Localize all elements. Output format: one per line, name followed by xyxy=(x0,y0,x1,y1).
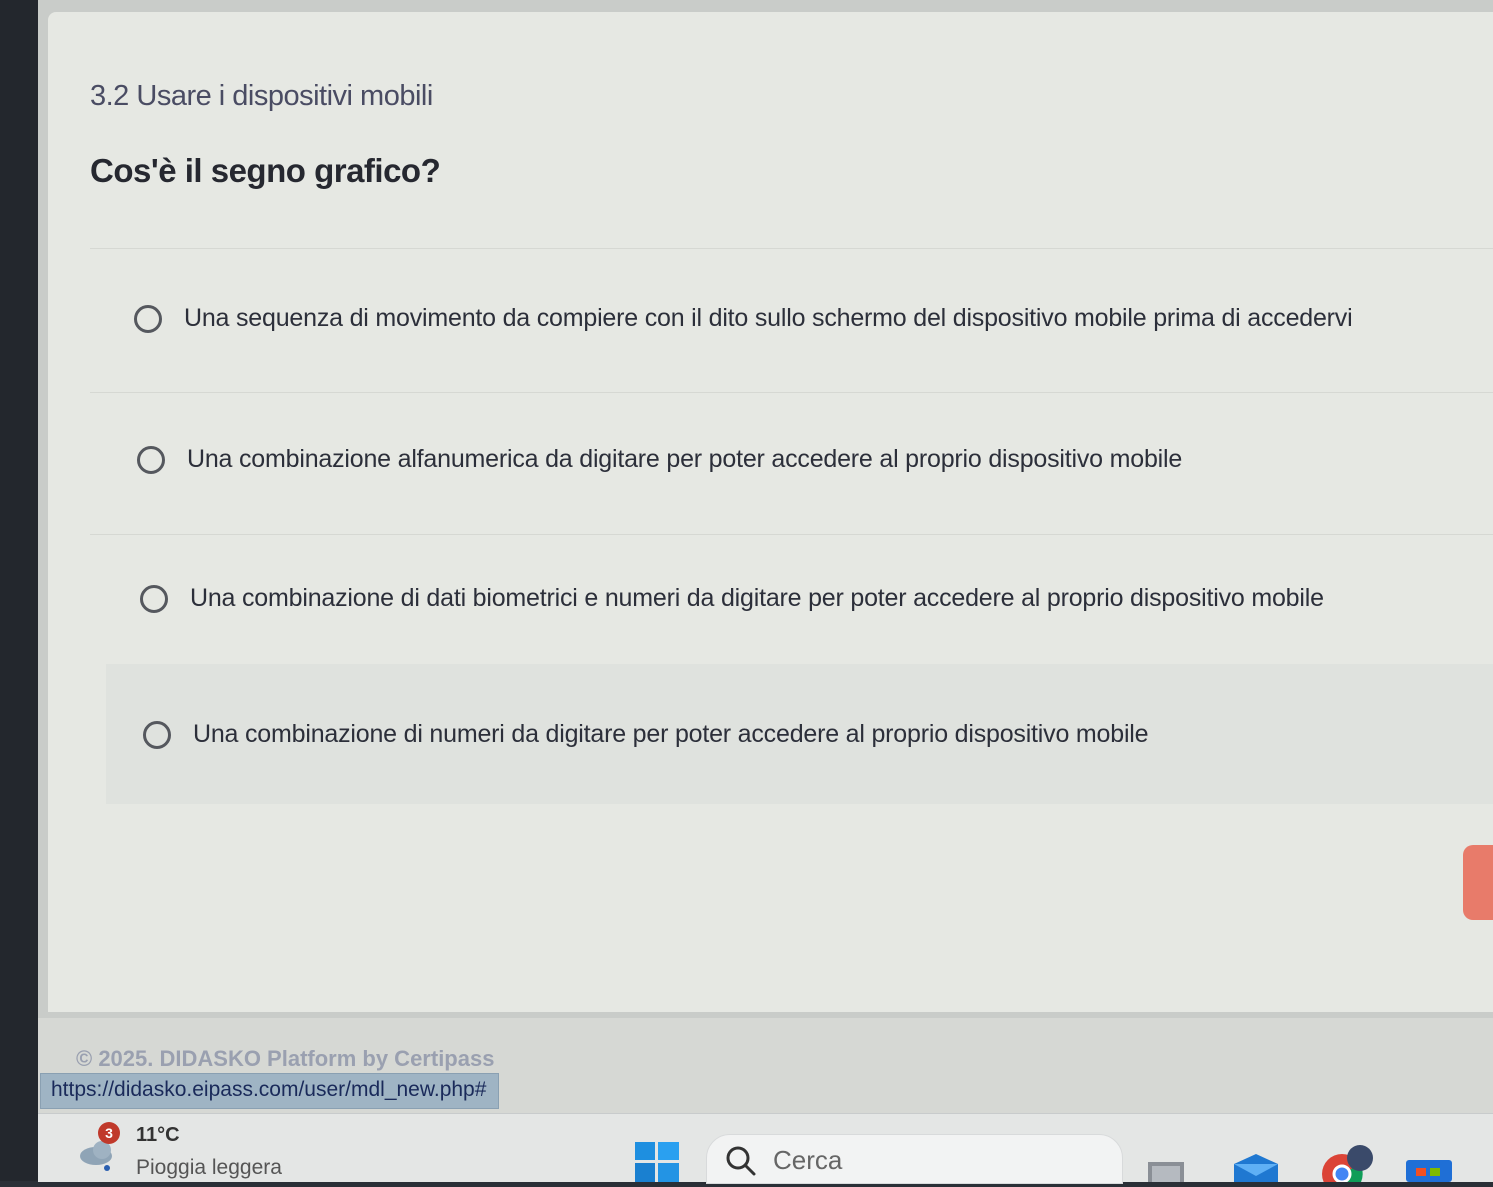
answer-option-3[interactable]: Una combinazione di dati biometrici e nu… xyxy=(140,584,1324,613)
answer-option-2[interactable]: Una combinazione alfanumerica da digitar… xyxy=(137,445,1182,474)
copyright-text: © 2025. DIDASKO Platform by Certipass xyxy=(76,1046,495,1071)
divider xyxy=(90,248,1493,249)
radio-button[interactable] xyxy=(134,304,162,333)
section-title: 3.2 Usare i dispositivi mobili xyxy=(90,80,433,112)
radio-button[interactable] xyxy=(140,584,168,613)
search-placeholder: Cerca xyxy=(773,1145,843,1175)
status-bar-url: https://didasko.eipass.com/user/mdl_new.… xyxy=(40,1073,500,1109)
monitor-bezel xyxy=(0,0,40,1181)
answer-option-label: Una sequenza di movimento da compiere co… xyxy=(184,304,1353,332)
divider xyxy=(90,534,1493,535)
chrome-icon[interactable] xyxy=(1320,1144,1373,1187)
answer-option-4[interactable]: Una combinazione di numeri da digitare p… xyxy=(143,720,1149,749)
answer-option-1[interactable]: Una sequenza di movimento da compiere co… xyxy=(134,304,1353,333)
mail-icon[interactable] xyxy=(1234,1154,1278,1182)
radio-button[interactable] xyxy=(143,720,171,749)
side-tab-button[interactable] xyxy=(1463,845,1493,920)
quiz-card: 3.2 Usare i dispositivi mobili Cos'è il … xyxy=(48,12,1493,1012)
answer-option-label: Una combinazione di numeri da digitare p… xyxy=(193,720,1149,748)
notification-badge: 3 xyxy=(98,1122,120,1144)
windows-start-icon[interactable] xyxy=(635,1142,679,1182)
page-footer: © 2025. DIDASKO Platform by Certipass ht… xyxy=(38,1018,1493,1113)
weather-temperature[interactable]: 11°C xyxy=(136,1124,180,1147)
answer-option-label: Una combinazione di dati biometrici e nu… xyxy=(190,584,1324,612)
taskbar: 3 11°C Pioggia leggera Cerca xyxy=(38,1113,1493,1187)
taskbar-search-input[interactable]: Cerca xyxy=(706,1134,1123,1184)
file-explorer-icon[interactable] xyxy=(1148,1154,1188,1182)
store-icon[interactable] xyxy=(1406,1154,1452,1182)
browser-viewport: 3.2 Usare i dispositivi mobili Cos'è il … xyxy=(38,0,1493,1187)
answer-option-label: Una combinazione alfanumerica da digitar… xyxy=(187,445,1183,473)
search-icon xyxy=(725,1145,757,1177)
radio-button[interactable] xyxy=(137,445,165,474)
question-text: Cos'è il segno grafico? xyxy=(90,152,441,189)
divider xyxy=(90,392,1493,393)
weather-description[interactable]: Pioggia leggera xyxy=(136,1156,282,1180)
